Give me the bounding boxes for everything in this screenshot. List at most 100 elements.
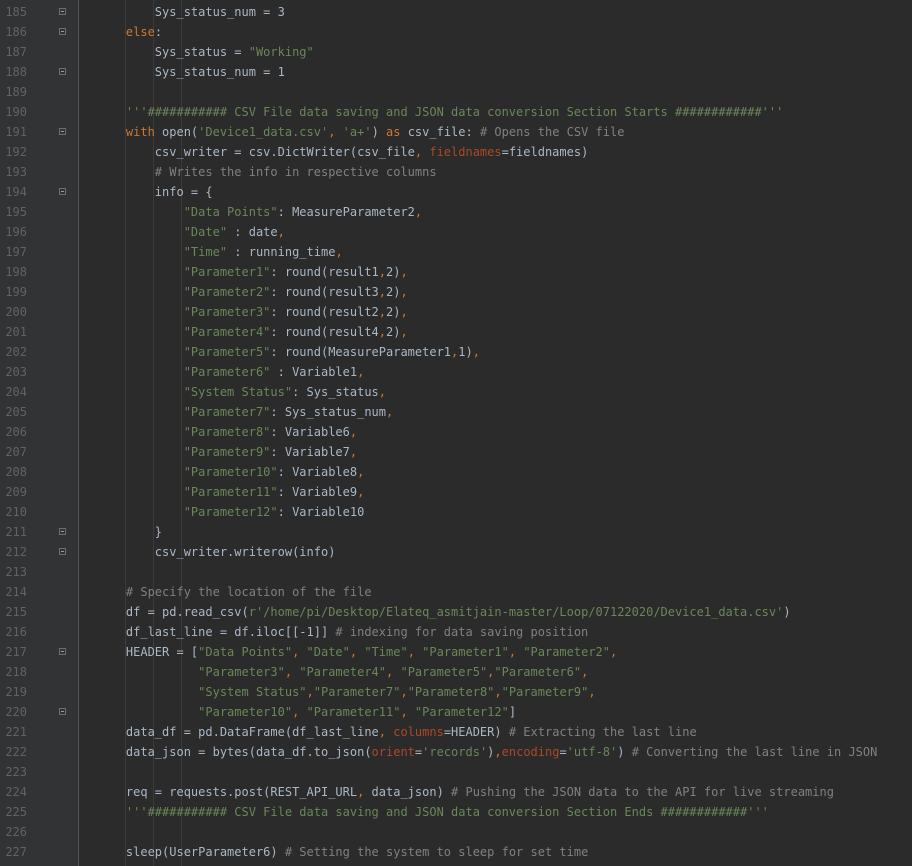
code-line[interactable]: 186 else:	[0, 22, 912, 42]
code-line[interactable]: 219 "System Status","Parameter7","Parame…	[0, 682, 912, 702]
code-line[interactable]: 226	[0, 822, 912, 842]
code-line[interactable]: 214 # Specify the location of the file	[0, 582, 912, 602]
code-text: sleep(UserParameter6) # Setting the syst…	[97, 842, 588, 862]
code-text: "Data Points": MeasureParameter2,	[97, 202, 422, 222]
code-line[interactable]: 212 csv_writer.writerow(info)	[0, 542, 912, 562]
code-token: "Parameter3"	[198, 665, 285, 679]
code-token: ,	[400, 265, 408, 279]
code-token: ,	[277, 225, 285, 239]
code-line[interactable]: 215 df = pd.read_csv(r'/home/pi/Desktop/…	[0, 602, 912, 622]
code-line[interactable]: 208 "Parameter10": Variable8,	[0, 462, 912, 482]
code-token: ,	[357, 465, 365, 479]
code-line[interactable]: 193 # Writes the info in respective colu…	[0, 162, 912, 182]
code-line[interactable]: 205 "Parameter7": Sys_status_num,	[0, 402, 912, 422]
code-token: "System Status"	[198, 685, 307, 699]
code-text: "Time" : running_time,	[97, 242, 343, 262]
code-line[interactable]: 206 "Parameter8": Variable6,	[0, 422, 912, 442]
code-text: csv_writer.writerow(info)	[97, 542, 336, 562]
line-number: 220	[5, 705, 27, 719]
code-token: else	[125, 25, 155, 39]
fold-marker-icon[interactable]	[59, 68, 66, 75]
code-line[interactable]: 207 "Parameter9": Variable7,	[0, 442, 912, 462]
fold-marker-icon[interactable]	[59, 528, 66, 535]
code-token: as	[386, 125, 408, 139]
line-number: 195	[5, 205, 27, 219]
code-token: ,	[494, 745, 502, 759]
code-token: ,	[357, 485, 365, 499]
code-line[interactable]: 192 csv_writer = csv.DictWriter(csv_file…	[0, 142, 912, 162]
code-line[interactable]: 187 Sys_status = "Working"	[0, 42, 912, 62]
code-line[interactable]: 209 "Parameter11": Variable9,	[0, 482, 912, 502]
code-token: ,	[378, 305, 387, 319]
code-line[interactable]: 213	[0, 562, 912, 582]
code-text: csv_writer = csv.DictWriter(csv_file, fi…	[97, 142, 589, 162]
code-line[interactable]: 222 data_json = bytes(data_df.to_json(or…	[0, 742, 912, 762]
code-line[interactable]: 224 req = requests.post(REST_API_URL, da…	[0, 782, 912, 802]
code-line[interactable]: 189	[0, 82, 912, 102]
code-token: 'utf-8'	[566, 745, 618, 759]
code-text: df_last_line = df.iloc[[-1]] # indexing …	[97, 622, 588, 642]
code-line[interactable]: 217 HEADER = ["Data Points", "Date", "Ti…	[0, 642, 912, 662]
line-number: 198	[5, 265, 27, 279]
code-token: "Parameter4"	[183, 325, 271, 339]
line-number: 191	[5, 125, 27, 139]
code-line[interactable]: 198 "Parameter1": round(result1,2),	[0, 262, 912, 282]
fold-marker-icon[interactable]	[59, 648, 66, 655]
line-number: 201	[5, 325, 27, 339]
fold-marker-icon[interactable]	[59, 708, 66, 715]
code-line[interactable]: 216 df_last_line = df.iloc[[-1]] # index…	[0, 622, 912, 642]
code-line[interactable]: 190 '''########### CSV File data saving …	[0, 102, 912, 122]
code-line[interactable]: 188 Sys_status_num = 1	[0, 62, 912, 82]
code-line[interactable]: 218 "Parameter3", "Parameter4", "Paramet…	[0, 662, 912, 682]
code-line[interactable]: 202 "Parameter5": round(MeasureParameter…	[0, 342, 912, 362]
code-line[interactable]: 196 "Date" : date,	[0, 222, 912, 242]
code-line[interactable]: 191 with open('Device1_data.csv', 'a+') …	[0, 122, 912, 142]
code-line[interactable]: 204 "System Status": Sys_status,	[0, 382, 912, 402]
code-token: '''########### CSV File data saving and …	[125, 805, 769, 819]
code-token: data_df = pd.DataFrame(df_last_line	[125, 725, 379, 739]
code-token: 2)	[386, 285, 401, 299]
fold-marker-icon[interactable]	[59, 548, 66, 555]
line-number: 202	[5, 345, 27, 359]
code-token: : Sys_status_num	[270, 405, 386, 419]
fold-marker-icon[interactable]	[59, 128, 66, 135]
code-token: 2)	[386, 325, 401, 339]
code-line[interactable]: 197 "Time" : running_time,	[0, 242, 912, 262]
code-line[interactable]: 223	[0, 762, 912, 782]
code-token: Sys_status =	[154, 45, 249, 59]
code-token: csv_writer = csv.DictWriter(csv_file	[154, 145, 415, 159]
code-line[interactable]: 195 "Data Points": MeasureParameter2,	[0, 202, 912, 222]
code-token: ,	[494, 685, 502, 699]
code-line[interactable]: 220 "Parameter10", "Parameter11", "Param…	[0, 702, 912, 722]
code-line[interactable]: 199 "Parameter2": round(result3,2),	[0, 282, 912, 302]
fold-marker-icon[interactable]	[59, 188, 66, 195]
code-line[interactable]: 227 sleep(UserParameter6) # Setting the …	[0, 842, 912, 862]
code-line[interactable]: 211 }	[0, 522, 912, 542]
line-number: 225	[5, 805, 27, 819]
fold-marker-icon[interactable]	[59, 8, 66, 15]
code-line[interactable]: 201 "Parameter4": round(result4,2),	[0, 322, 912, 342]
line-number: 213	[5, 565, 27, 579]
code-line[interactable]: 185 Sys_status_num = 3	[0, 2, 912, 22]
code-line[interactable]: 194 info = {	[0, 182, 912, 202]
code-editor[interactable]: 185 Sys_status_num = 3 186 else: 187 Sys_s…	[0, 0, 912, 866]
code-line[interactable]: 225 '''########### CSV File data saving …	[0, 802, 912, 822]
code-line[interactable]: 203 "Parameter6" : Variable1,	[0, 362, 912, 382]
code-token: ,	[508, 645, 524, 659]
line-number: 207	[5, 445, 27, 459]
code-token: : round(result4	[270, 325, 379, 339]
line-number: 211	[5, 525, 27, 539]
code-line[interactable]: 221 data_df = pd.DataFrame(df_last_line,…	[0, 722, 912, 742]
line-number: 186	[5, 25, 27, 39]
fold-marker-icon[interactable]	[59, 28, 66, 35]
line-number: 196	[5, 225, 27, 239]
code-token: ,	[378, 265, 387, 279]
code-line[interactable]: 210 "Parameter12": Variable10	[0, 502, 912, 522]
code-line[interactable]: 200 "Parameter3": round(result2,2),	[0, 302, 912, 322]
line-number: 210	[5, 505, 27, 519]
line-number: 222	[5, 745, 27, 759]
